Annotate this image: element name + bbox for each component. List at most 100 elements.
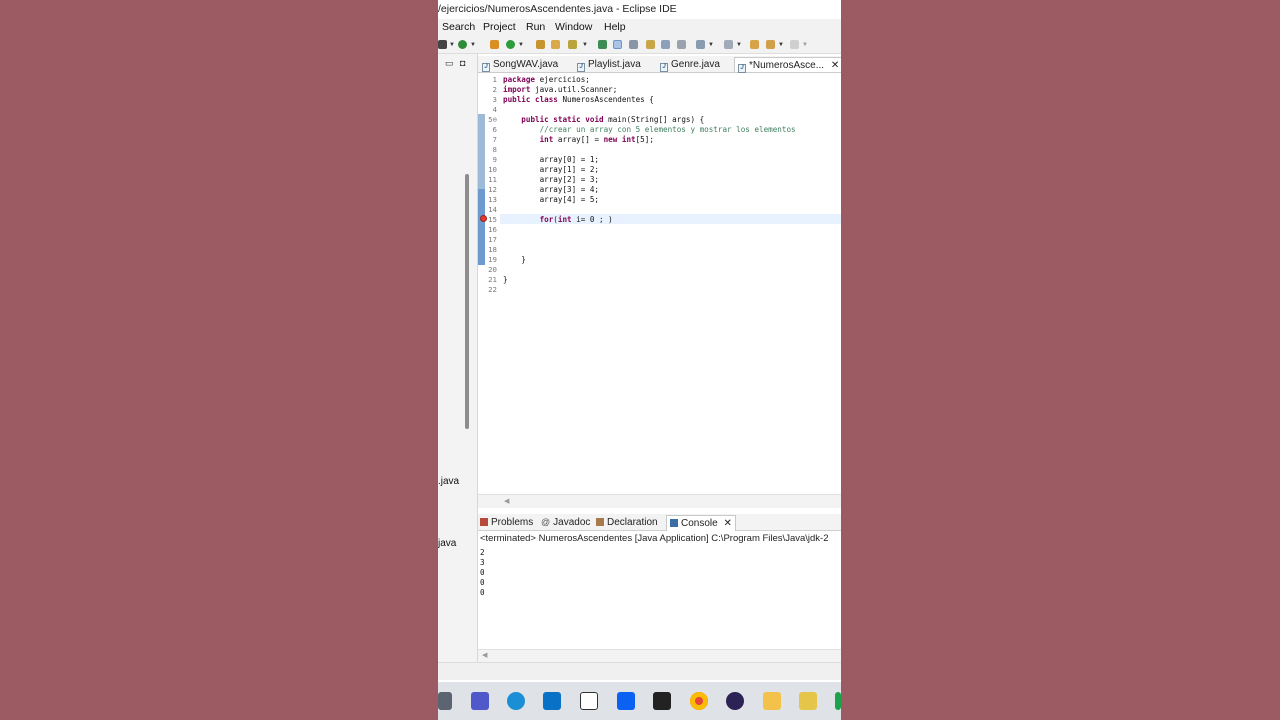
- explorer-file-item[interactable]: .java: [438, 476, 459, 487]
- line-number: 8: [492, 145, 497, 154]
- line-number: 20: [488, 265, 497, 274]
- maximize-icon[interactable]: ◘: [460, 58, 465, 68]
- minimize-icon[interactable]: ▭: [445, 58, 454, 69]
- keyword: import: [503, 85, 531, 94]
- menu-run[interactable]: Run: [526, 21, 545, 33]
- console-output-line: 0: [480, 568, 485, 577]
- next-annotation-icon[interactable]: [696, 40, 705, 49]
- line-number: 3: [492, 95, 497, 104]
- console-header: <terminated> NumerosAscendentes [Java Ap…: [480, 533, 829, 544]
- keyword: public class: [503, 95, 558, 104]
- code-line: public static void main(String[] args) {: [521, 115, 705, 124]
- forward-icon[interactable]: [790, 40, 799, 49]
- open-type-icon[interactable]: [536, 40, 545, 49]
- line-number: 2: [492, 85, 497, 94]
- line-number: 16: [488, 225, 497, 234]
- debug-icon[interactable]: [458, 40, 467, 49]
- annotation-icon[interactable]: [598, 40, 607, 49]
- eclipse-icon[interactable]: [726, 692, 744, 710]
- dropdown-arrow-icon[interactable]: ▼: [582, 42, 588, 48]
- code-line: array[0] = 1;: [503, 155, 600, 164]
- show-whitespace-icon[interactable]: [646, 40, 655, 49]
- tab-playlist[interactable]: J Playlist.java: [577, 59, 641, 72]
- search-tool-icon[interactable]: [568, 40, 577, 49]
- scroll-left-icon[interactable]: ◀: [482, 651, 487, 659]
- dropdown-arrow-icon[interactable]: ▼: [736, 42, 742, 48]
- tab-console[interactable]: Console ✕: [666, 515, 736, 531]
- dropbox-icon[interactable]: [617, 692, 635, 710]
- bottom-panel-tabs: Problems @ Javadoc Declaration Console ✕: [478, 514, 841, 531]
- code-line: array[1] = 2;: [503, 165, 600, 174]
- format-icon[interactable]: [661, 40, 670, 49]
- line-number: 12: [488, 185, 497, 194]
- edge-icon[interactable]: [507, 692, 525, 710]
- tab-numerosascendentes[interactable]: J *NumerosAsce... ✕: [734, 57, 841, 73]
- close-icon[interactable]: ✕: [723, 518, 731, 529]
- line-number: 9: [492, 155, 497, 164]
- tab-songwav[interactable]: J SongWAV.java: [482, 59, 558, 72]
- dropdown-arrow-icon[interactable]: ▼: [802, 42, 808, 48]
- line-number: 13: [488, 195, 497, 204]
- app-icon[interactable]: [653, 692, 671, 710]
- java-file-icon: J: [738, 64, 746, 73]
- line-number: 7: [492, 135, 497, 144]
- tab-genre[interactable]: J Genre.java: [660, 59, 720, 72]
- console-icon: [670, 519, 678, 527]
- build-icon[interactable]: [490, 40, 499, 49]
- status-bar: [438, 662, 841, 680]
- dropdown-arrow-icon[interactable]: ▼: [449, 42, 455, 48]
- javadoc-icon: @: [541, 517, 551, 527]
- code-line: for(int i= 0 ; ): [539, 215, 613, 224]
- window-title: /ejercicios/NumerosAscendentes.java - Ec…: [438, 3, 677, 15]
- menu-window[interactable]: Window: [555, 21, 592, 33]
- scroll-left-icon[interactable]: ◀: [504, 497, 509, 505]
- run-icon[interactable]: [506, 40, 515, 49]
- console-output-line: 0: [480, 588, 485, 597]
- tab-label: *NumerosAsce...: [749, 60, 825, 71]
- app-icon[interactable]: [835, 692, 841, 710]
- explorer-scrollbar[interactable]: [465, 174, 469, 429]
- keyword: new int: [603, 135, 636, 144]
- dropdown-arrow-icon[interactable]: ▼: [470, 42, 476, 48]
- dropdown-arrow-icon[interactable]: ▼: [518, 42, 524, 48]
- close-icon[interactable]: ✕: [831, 60, 839, 71]
- console-horizontal-scrollbar[interactable]: ◀: [478, 649, 841, 662]
- mark-occurrences-icon[interactable]: [613, 40, 622, 49]
- open-folder-icon[interactable]: [551, 40, 560, 49]
- tab-label: SongWAV.java: [493, 59, 559, 70]
- file-explorer-icon[interactable]: [438, 692, 452, 710]
- folder-icon[interactable]: [763, 692, 781, 710]
- toolbar: ▼ ▼ ▼ ▼ ▼ ▼ ▼ ▼: [438, 36, 841, 54]
- tab-label: Declaration: [607, 517, 658, 528]
- line-number: 4: [492, 105, 497, 114]
- explorer-file-item[interactable]: java: [438, 538, 456, 549]
- amazon-icon[interactable]: [580, 692, 598, 710]
- editor-horizontal-scrollbar[interactable]: ◀: [478, 494, 841, 508]
- java-file-icon: J: [660, 63, 668, 72]
- back-icon[interactable]: [766, 40, 775, 49]
- line-number: 17: [488, 235, 497, 244]
- code-line: import java.util.Scanner;: [503, 85, 618, 94]
- console-output-line: 0: [480, 578, 485, 587]
- tab-declaration[interactable]: Declaration: [596, 517, 658, 528]
- tab-problems[interactable]: Problems: [480, 517, 533, 528]
- new-icon[interactable]: [438, 40, 447, 49]
- sticky-icon[interactable]: [799, 692, 817, 710]
- dropdown-arrow-icon[interactable]: ▼: [778, 42, 784, 48]
- menu-project[interactable]: Project: [483, 21, 516, 33]
- menu-search[interactable]: Search: [442, 21, 475, 33]
- code-editor[interactable]: 1 package ejercicios; 2 import java.util…: [478, 74, 841, 494]
- pilcrow-icon[interactable]: [677, 40, 686, 49]
- menu-help[interactable]: Help: [604, 21, 626, 33]
- dropdown-arrow-icon[interactable]: ▼: [708, 42, 714, 48]
- prev-annotation-icon[interactable]: [724, 40, 733, 49]
- problems-icon: [480, 518, 488, 526]
- line-number: 10: [488, 165, 497, 174]
- mail-icon[interactable]: [543, 692, 561, 710]
- teams-icon[interactable]: [471, 692, 489, 710]
- block-selection-icon[interactable]: [629, 40, 638, 49]
- chrome-icon[interactable]: [690, 692, 708, 710]
- tab-javadoc[interactable]: @ Javadoc: [541, 517, 590, 528]
- last-edit-icon[interactable]: [750, 40, 759, 49]
- console-view[interactable]: <terminated> NumerosAscendentes [Java Ap…: [478, 531, 841, 649]
